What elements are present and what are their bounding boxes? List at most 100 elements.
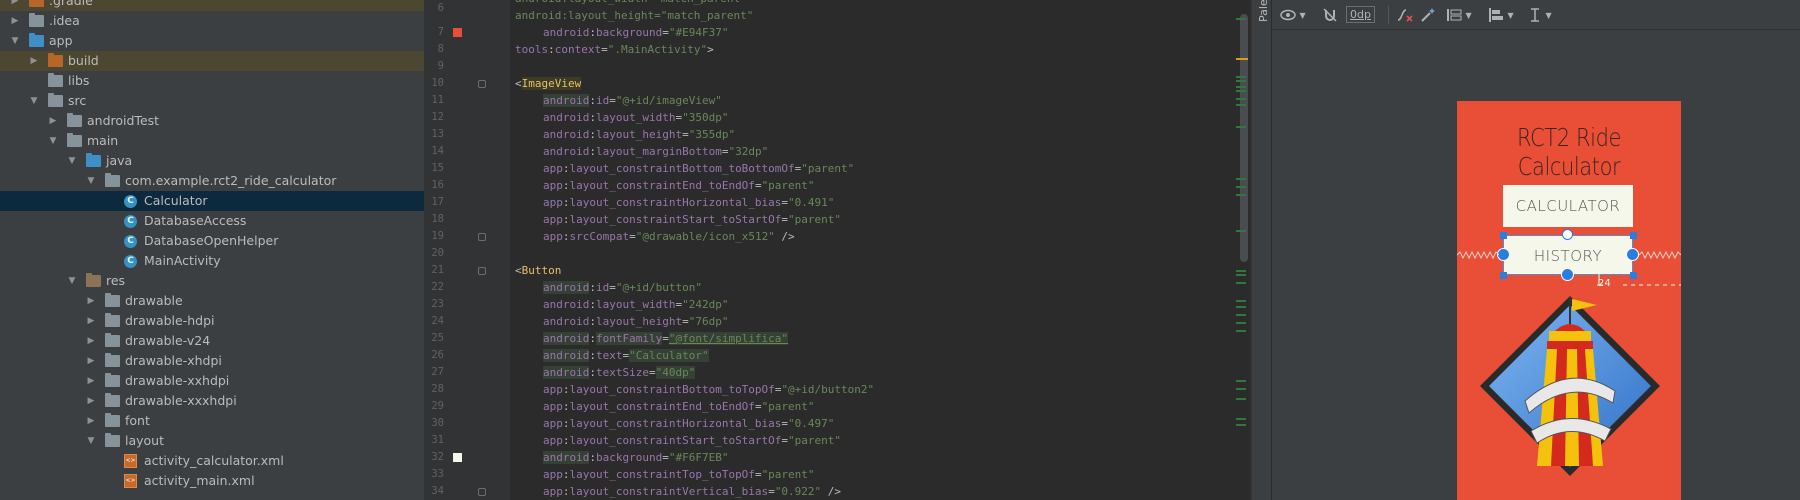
constraint-spring-left	[1457, 251, 1499, 259]
change-marker[interactable]	[1236, 104, 1246, 106]
chevron-right-icon[interactable]: ▶	[84, 411, 98, 431]
tree-item[interactable]: ▶ drawable	[0, 291, 424, 311]
tree-item[interactable]: C DatabaseOpenHelper	[0, 231, 424, 251]
chevron-right-icon[interactable]: ▶	[84, 351, 98, 371]
warning-marker[interactable]	[1236, 58, 1248, 60]
chevron-down-icon[interactable]: ▼	[46, 131, 60, 151]
change-marker[interactable]	[1236, 194, 1246, 196]
chevron-right-icon[interactable]: ▶	[8, 0, 22, 11]
chevron-down-icon[interactable]: ▼	[8, 31, 22, 51]
resize-handle-top-left[interactable]	[1500, 232, 1507, 239]
tree-item[interactable]: ▶ drawable-xxhdpi	[0, 371, 424, 391]
code-line: android:id="@+id/button"	[543, 281, 702, 294]
change-marker[interactable]	[1236, 424, 1246, 426]
default-margin-field[interactable]: 0dp	[1346, 6, 1375, 23]
tree-item[interactable]: C Calculator	[0, 191, 424, 211]
color-swatch-icon[interactable]	[453, 453, 462, 462]
tree-item[interactable]: ▶ .idea	[0, 11, 424, 31]
resize-handle-bottom-left[interactable]	[1500, 272, 1507, 279]
color-swatch-icon[interactable]	[453, 28, 462, 37]
tree-item[interactable]: <> activity_calculator.xml	[0, 451, 424, 471]
tree-item[interactable]: ▼ app	[0, 31, 424, 51]
tree-item[interactable]: ▶ drawable-v24	[0, 331, 424, 351]
constraint-anchor-right[interactable]	[1626, 248, 1639, 261]
align-button[interactable]: ▼	[1488, 6, 1514, 24]
change-marker[interactable]	[1236, 18, 1246, 20]
change-marker[interactable]	[1236, 282, 1246, 284]
change-marker[interactable]	[1236, 322, 1246, 324]
layout-preview-screen[interactable]: RCT2 Ride Calculator CALCULATOR HISTORY …	[1457, 101, 1681, 500]
constraint-anchor-bottom[interactable]	[1561, 268, 1574, 281]
change-marker[interactable]	[1236, 98, 1246, 100]
tree-item[interactable]: ▼ layout	[0, 431, 424, 451]
tree-item[interactable]: ▼ com.example.rct2_ride_calculator	[0, 171, 424, 191]
tree-item[interactable]: ▼ res	[0, 271, 424, 291]
tree-item[interactable]: ▶ .gradle	[0, 0, 424, 11]
chevron-right-icon[interactable]: ▶	[84, 331, 98, 351]
change-marker[interactable]	[1236, 388, 1246, 390]
chevron-right-icon[interactable]: ▶	[84, 391, 98, 411]
palette-tab-label[interactable]: Palette	[1257, 0, 1270, 22]
preview-calculator-button[interactable]: CALCULATOR	[1503, 185, 1633, 227]
fold-marker-icon[interactable]	[478, 80, 486, 88]
change-marker[interactable]	[1236, 230, 1246, 232]
change-marker[interactable]	[1236, 76, 1246, 78]
tree-item[interactable]: C DatabaseAccess	[0, 211, 424, 231]
infer-constraints-button[interactable]	[1420, 6, 1436, 24]
tree-item[interactable]: ▶ androidTest	[0, 111, 424, 131]
folder-icon	[29, 13, 44, 27]
tree-item[interactable]: ▼ main	[0, 131, 424, 151]
tree-item[interactable]: C MainActivity	[0, 251, 424, 271]
change-marker[interactable]	[1236, 274, 1246, 276]
change-marker[interactable]	[1236, 306, 1246, 308]
fold-marker-icon[interactable]	[478, 488, 486, 496]
change-marker[interactable]	[1236, 418, 1246, 420]
chevron-right-icon[interactable]: ▶	[84, 291, 98, 311]
chevron-down-icon[interactable]: ▼	[84, 431, 98, 451]
clear-constraints-button[interactable]	[1396, 6, 1414, 24]
chevron-down-icon[interactable]: ▼	[27, 91, 41, 111]
palette-side-tab[interactable]	[1252, 0, 1272, 500]
change-marker[interactable]	[1236, 90, 1246, 92]
chevron-down-icon[interactable]: ▼	[84, 171, 98, 191]
change-marker[interactable]	[1236, 398, 1246, 400]
tree-item[interactable]: ▶ build	[0, 51, 424, 71]
eye-icon	[1280, 9, 1296, 21]
fold-marker-icon[interactable]	[478, 267, 486, 275]
chevron-down-icon[interactable]: ▼	[65, 271, 79, 291]
tree-item-label: activity_main.xml	[144, 473, 255, 488]
tree-item[interactable]: libs	[0, 71, 424, 91]
tree-item[interactable]: ▶ font	[0, 411, 424, 431]
tree-item[interactable]: ▼ java	[0, 151, 424, 171]
chevron-right-icon[interactable]: ▶	[84, 371, 98, 391]
tree-item[interactable]: ▶ drawable-hdpi	[0, 311, 424, 331]
view-options-button[interactable]: ▼	[1280, 6, 1306, 24]
change-marker[interactable]	[1236, 186, 1246, 188]
change-marker[interactable]	[1236, 270, 1246, 272]
line-number: 29	[431, 400, 444, 412]
chevron-right-icon[interactable]: ▶	[46, 111, 60, 131]
change-marker[interactable]	[1236, 314, 1246, 316]
constraint-anchor-top[interactable]	[1562, 229, 1573, 240]
chevron-right-icon[interactable]: ▶	[84, 311, 98, 331]
resize-handle-top-right[interactable]	[1630, 232, 1637, 239]
pack-button[interactable]: ▼	[1446, 6, 1472, 24]
change-marker[interactable]	[1236, 178, 1246, 180]
chevron-down-icon[interactable]: ▼	[65, 151, 79, 171]
chevron-right-icon[interactable]: ▶	[27, 51, 41, 71]
chevron-right-icon[interactable]: ▶	[8, 11, 22, 31]
tree-item[interactable]: ▼ src	[0, 91, 424, 111]
change-marker[interactable]	[1236, 126, 1246, 128]
change-marker[interactable]	[1236, 86, 1246, 88]
guidelines-button[interactable]: ▼	[1528, 6, 1552, 24]
change-marker[interactable]	[1236, 80, 1246, 82]
tree-item[interactable]: ▶ drawable-xxxhdpi	[0, 391, 424, 411]
change-marker[interactable]	[1236, 380, 1246, 382]
tree-item[interactable]: <> activity_main.xml	[0, 471, 424, 491]
editor-scrollbar[interactable]	[1240, 14, 1248, 262]
fold-marker-icon[interactable]	[478, 233, 486, 241]
tree-item[interactable]: ▶ drawable-xhdpi	[0, 351, 424, 371]
change-marker[interactable]	[1236, 330, 1246, 332]
autoconnect-toggle[interactable]	[1322, 6, 1338, 24]
change-marker[interactable]	[1236, 300, 1246, 302]
